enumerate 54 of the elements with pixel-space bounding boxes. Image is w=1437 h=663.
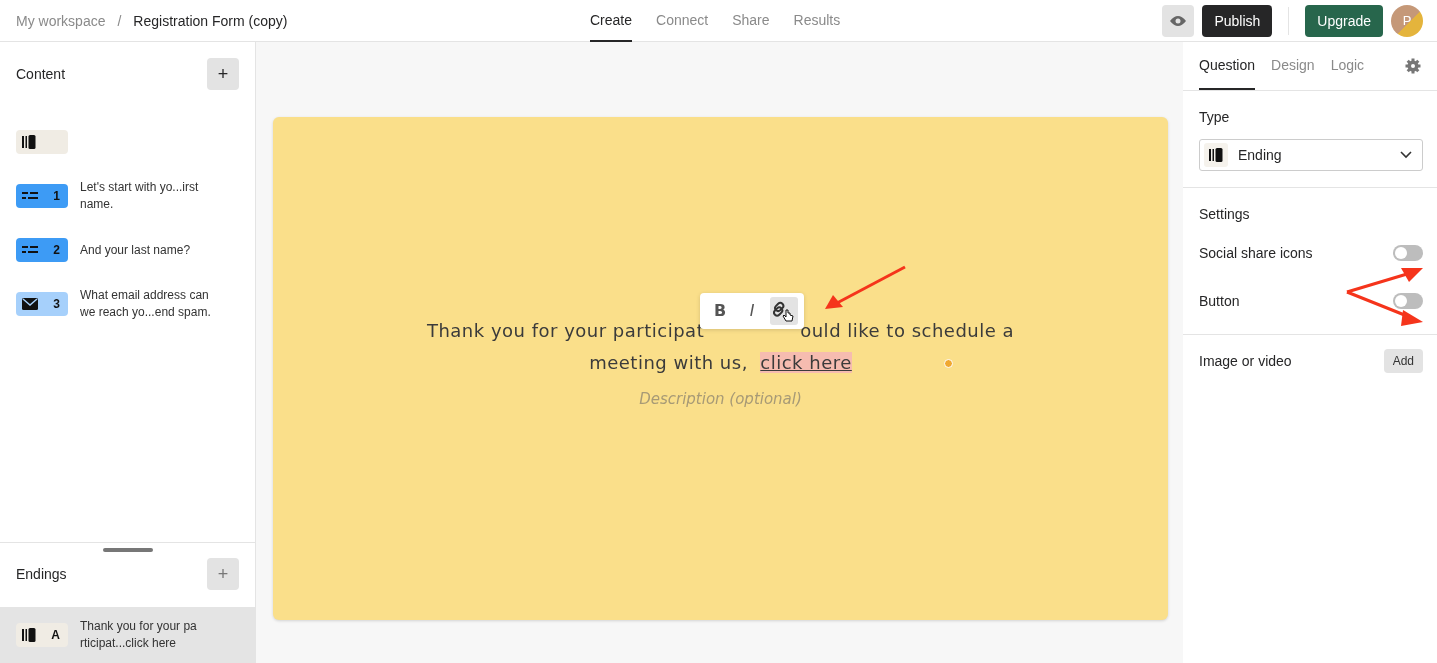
heading-text: meeting with us, <box>589 351 749 373</box>
section-title: Content <box>16 66 66 82</box>
toggle-switch[interactable] <box>1393 245 1423 261</box>
chevron-icon <box>1400 151 1412 159</box>
question-item[interactable]: A Thank you for your pa rticipat...click here <box>0 607 255 663</box>
resize-handle[interactable] <box>103 548 153 552</box>
question-text: Thank you for your pa rticipat...click here <box>80 618 198 652</box>
ending-icon <box>22 135 36 149</box>
media-label: Image or video <box>1199 353 1292 369</box>
preview-button[interactable] <box>1162 4 1195 37</box>
setting-label: Button <box>1199 293 1240 309</box>
question-number: 1 <box>53 189 60 203</box>
toggle-switch[interactable] <box>1393 293 1423 309</box>
question-text: What email address can we reach yo...end spam. <box>80 287 212 321</box>
description-field[interactable]: Description (optional) <box>568 388 873 409</box>
anchor-dot <box>944 359 953 368</box>
eye-icon <box>1170 14 1187 27</box>
nav-tab[interactable]: Share <box>732 0 770 42</box>
type-dropdown[interactable]: Ending <box>1199 139 1423 171</box>
question-number: A <box>51 628 60 642</box>
settings-label: Settings <box>1199 206 1251 222</box>
setting-label: Social share icons <box>1199 245 1313 261</box>
workspace-link[interactable]: My workspace <box>16 12 106 29</box>
nav-tab[interactable]: Results <box>793 0 841 42</box>
heading-text: Thank you for your participat <box>426 318 705 343</box>
add-button[interactable]: + <box>207 58 239 90</box>
settings-icon[interactable] <box>1405 58 1421 74</box>
question-item[interactable]: 2 And your last name? <box>0 230 255 270</box>
panel-tab[interactable]: Question <box>1199 42 1256 90</box>
question-item[interactable]: 3 What email address can we reach yo...end spam. <box>0 284 255 324</box>
ending-icon <box>22 628 36 642</box>
question-item[interactable]: 1 Let's start with yo...irst name. <box>0 176 255 216</box>
envelope-icon <box>22 298 38 310</box>
form-title: Registration Form (copy) <box>133 12 288 29</box>
upgrade-button[interactable]: Upgrade <box>1305 4 1383 37</box>
short-text-icon <box>22 192 38 200</box>
nav-tab[interactable]: Connect <box>656 0 709 42</box>
ending-icon <box>1209 148 1223 162</box>
section-title: Endings <box>16 566 67 582</box>
link-button[interactable] <box>770 296 799 325</box>
type-label: Type <box>1199 109 1231 125</box>
publish-button[interactable]: Publish <box>1202 4 1273 37</box>
heading-text: ould like to schedule a <box>800 318 1015 343</box>
question-text: Let's start with yo...irst name. <box>80 179 200 213</box>
breadcrumb-separator: / <box>117 12 122 29</box>
question-number: 2 <box>53 243 60 257</box>
question-number: 3 <box>53 297 60 311</box>
panel-tab[interactable]: Design <box>1271 42 1315 90</box>
short-text-icon <box>22 246 38 254</box>
italic-button[interactable]: I <box>738 296 767 325</box>
bold-button[interactable]: B <box>706 296 735 325</box>
add-media-button[interactable]: Add <box>1383 349 1423 373</box>
question-text: And your last name? <box>80 241 192 259</box>
heading-link[interactable]: click here <box>760 351 852 373</box>
